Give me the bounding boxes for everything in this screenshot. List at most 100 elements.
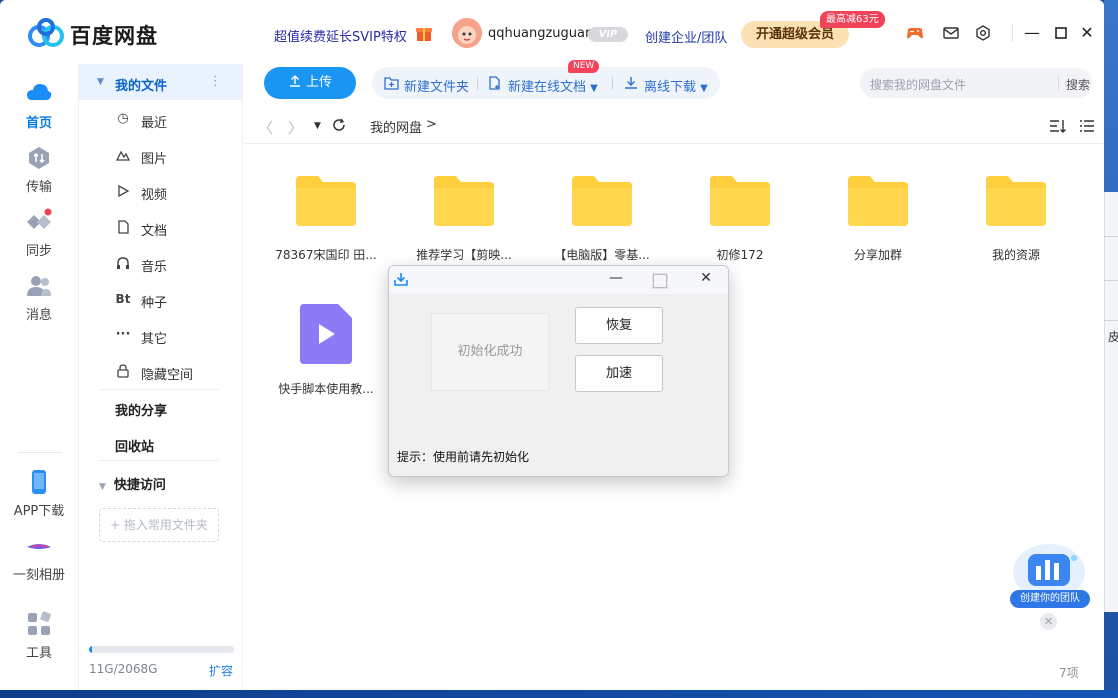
menu-item-videos[interactable]: 视频 (115, 180, 235, 204)
toolbar-actions: 新建文件夹 新建在线文档 ▼ 离线下载 ▼ (372, 67, 720, 99)
folder-item[interactable]: 78367宋国印 田... (266, 166, 386, 266)
history-dropdown-icon[interactable]: ▼ (314, 121, 321, 131)
nav-sync[interactable]: 同步 (0, 208, 78, 259)
storage-usage-text: 11G/2068G (89, 662, 158, 676)
settings-icon[interactable] (974, 24, 992, 42)
background-window-divider (1104, 236, 1118, 237)
nav-app-download[interactable]: APP下载 (0, 468, 78, 519)
headphone-icon (117, 257, 129, 269)
back-arrow-icon[interactable]: 〈 (258, 117, 273, 138)
path-bar: 〈 〉 ▼ 我的网盘 > (244, 106, 1104, 144)
expand-storage-link[interactable]: 扩容 (209, 662, 233, 679)
nav-home[interactable]: 首页 (0, 80, 78, 131)
dialog-close-button[interactable]: ✕ (698, 270, 714, 288)
new-folder-button[interactable]: 新建文件夹 (404, 76, 469, 95)
menu-divider (99, 460, 219, 461)
menu-item-documents[interactable]: 文档 (115, 216, 235, 240)
file-name: 快手脚本使用教... (278, 382, 374, 396)
menu-item-hidden-space[interactable]: 隐藏空间 (115, 360, 235, 384)
folder-item[interactable]: 分享加群 (818, 166, 938, 266)
menu-item-other[interactable]: ··· 其它 (115, 324, 235, 348)
file-name: 初修172 (716, 248, 764, 262)
nav-message[interactable]: 消息 (0, 272, 78, 323)
dialog-minimize-button[interactable]: — (608, 270, 624, 288)
search-input[interactable]: 搜索我的网盘文件 (870, 76, 966, 93)
folder-icon (434, 176, 494, 226)
mail-icon[interactable] (942, 24, 960, 42)
maximize-button[interactable] (1052, 24, 1070, 42)
game-controller-icon[interactable] (906, 24, 924, 42)
gift-icon[interactable] (414, 23, 434, 43)
username[interactable]: qqhuangzuguan (488, 26, 593, 41)
toolbar-divider (612, 77, 613, 90)
tools-icon (28, 611, 51, 635)
vip-badge: VIP (588, 27, 628, 42)
file-name: 【电脑版】零基... (554, 248, 650, 262)
chevron-down-icon: ▼ (590, 83, 598, 94)
speedup-button[interactable]: 加速 (575, 355, 663, 392)
background-window (1104, 192, 1118, 612)
close-icon[interactable]: ✕ (1040, 613, 1057, 630)
upload-icon (289, 74, 300, 87)
folder-item[interactable]: 【电脑版】零基... (542, 166, 662, 266)
item-count: 7项 (1059, 666, 1079, 680)
search-box[interactable]: 搜索我的网盘文件 搜索 (860, 68, 1092, 98)
title-bar: 百度网盘 超值续费延长SVIP特权 qqhuangzuguan VIP 创建企业… (0, 0, 1104, 64)
my-files-header[interactable]: ▼ 我的文件 ⋮ (79, 64, 242, 100)
chevron-down-icon: ▼ (700, 83, 708, 94)
background-window-divider (1104, 280, 1118, 281)
clock-icon: ◷ (117, 111, 129, 126)
video-file-item[interactable]: 快手脚本使用教... (266, 300, 386, 400)
avatar-face-icon (452, 18, 482, 48)
video-file-icon (300, 304, 352, 364)
menu-item-my-share[interactable]: 我的分享 (115, 400, 167, 419)
breadcrumb-root[interactable]: 我的网盘 (370, 117, 422, 136)
title-divider (1012, 24, 1013, 42)
minimize-button[interactable]: — (1023, 24, 1041, 42)
app-name: 百度网盘 (70, 24, 158, 48)
dialog-title-bar[interactable]: — ✕ (389, 266, 728, 294)
avatar[interactable] (452, 18, 482, 48)
new-online-doc-button[interactable]: 新建在线文档 ▼ (508, 76, 598, 95)
offline-download-button[interactable]: 离线下载 ▼ (644, 76, 708, 95)
quick-access-header[interactable]: ▼ 快捷访问 (99, 474, 166, 493)
background-window-divider (1104, 320, 1118, 321)
close-button[interactable]: ✕ (1078, 24, 1096, 42)
sync-icon (27, 208, 52, 229)
create-enterprise-link[interactable]: 创建企业/团队 (645, 27, 727, 46)
cloud-home-icon (27, 84, 52, 100)
menu-item-recent[interactable]: ◷ 最近 (115, 108, 235, 132)
list-view-icon[interactable] (1079, 118, 1095, 134)
menu-item-images[interactable]: 图片 (115, 144, 235, 168)
restore-button[interactable]: 恢复 (575, 307, 663, 344)
folder-item[interactable]: 我的资源 (956, 166, 1076, 266)
nav-tools[interactable]: 工具 (0, 610, 78, 661)
search-button[interactable]: 搜索 (1066, 76, 1090, 93)
create-team-button[interactable]: 创建你的团队 (1010, 590, 1090, 608)
file-name: 78367宋国印 田... (275, 248, 377, 262)
sort-icon[interactable] (1049, 118, 1067, 134)
menu-divider (99, 389, 219, 390)
dialog-maximize-button[interactable] (652, 272, 668, 290)
album-icon (27, 544, 51, 549)
menu-item-recycle-bin[interactable]: 回收站 (115, 436, 154, 455)
transfer-icon (29, 147, 49, 169)
file-name: 我的资源 (991, 248, 1040, 262)
folder-item[interactable]: 初修172 (680, 166, 800, 266)
folder-icon (848, 176, 908, 226)
refresh-icon[interactable] (332, 118, 346, 132)
menu-item-torrents[interactable]: Bt 种子 (115, 288, 235, 312)
folder-item[interactable]: 推荐学习【剪映... (404, 166, 524, 266)
forward-arrow-icon[interactable]: 〉 (288, 117, 303, 138)
baidu-netdisk-logo-icon (28, 18, 64, 47)
folder-icon (296, 176, 356, 226)
menu-item-music[interactable]: 音乐 (115, 252, 235, 276)
nav-transfer[interactable]: 传输 (0, 144, 78, 195)
nav-album[interactable]: 一刻相册 (0, 532, 78, 583)
upload-button[interactable]: 上传 (264, 67, 356, 99)
background-window-text: 皮 (1108, 330, 1118, 344)
lock-icon (117, 364, 129, 378)
more-vertical-icon[interactable]: ⋮ (209, 74, 222, 89)
svip-promo-link[interactable]: 超值续费延长SVIP特权 (274, 26, 407, 45)
quick-access-drop-zone[interactable]: + 拖入常用文件夹 (99, 508, 219, 542)
